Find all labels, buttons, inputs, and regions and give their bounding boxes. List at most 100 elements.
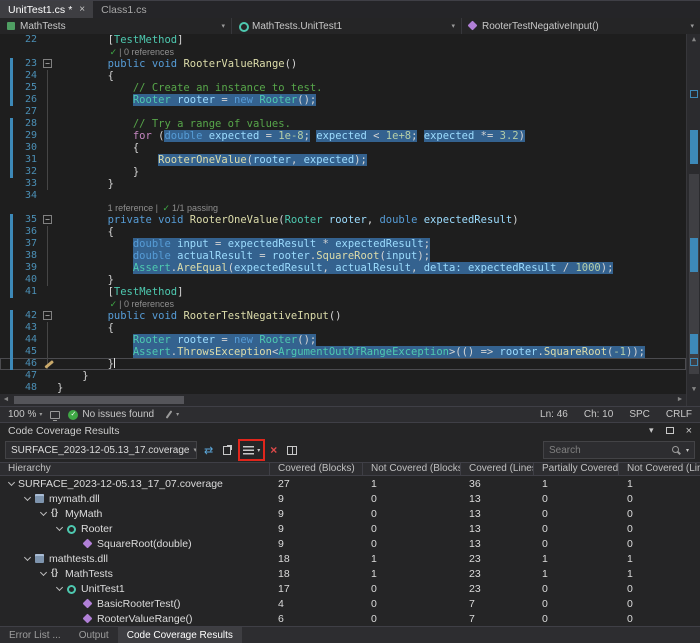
export-results-button[interactable]	[220, 441, 234, 459]
fold-collapse-icon[interactable]: −	[43, 311, 52, 320]
line-number[interactable]: 35	[14, 214, 41, 226]
column-header[interactable]: Not Covered (Blocks)	[363, 463, 461, 475]
scroll-down-icon[interactable]: ▼	[687, 384, 700, 394]
code-line[interactable]: 40 }	[0, 274, 686, 286]
code-line[interactable]: 30 {	[0, 142, 686, 154]
line-number[interactable]: 37	[14, 238, 41, 250]
code-line[interactable]: 33 }	[0, 178, 686, 190]
scroll-left-icon[interactable]: ◄	[0, 394, 12, 406]
coverage-file-dropdown[interactable]: SURFACE_2023-12-05.13_17.coverage ▾	[5, 441, 197, 459]
code-line[interactable]: 41 [TestMethod]	[0, 286, 686, 298]
code-line[interactable]: 36 {	[0, 226, 686, 238]
line-number[interactable]: 23	[14, 58, 41, 70]
issues-status[interactable]: No issues found	[82, 409, 154, 420]
maximize-icon[interactable]	[666, 427, 674, 434]
line-number[interactable]: 42	[14, 310, 41, 322]
column-header[interactable]: Not Covered (Lines)	[619, 463, 700, 475]
line-number[interactable]: 33	[14, 178, 41, 190]
bottom-tab[interactable]: Output	[70, 627, 118, 643]
fold-collapse-icon[interactable]: −	[43, 215, 52, 224]
line-number[interactable]: 29	[14, 130, 41, 142]
codelens-text[interactable]: | 0 references	[119, 47, 174, 57]
column-header[interactable]: Covered (Blocks)	[270, 463, 363, 475]
code-line[interactable]: 22 [TestMethod]	[0, 34, 686, 46]
code-line[interactable]: 28 // Try a range of values.	[0, 118, 686, 130]
line-indicator[interactable]: Ln: 46	[540, 409, 568, 420]
bottom-tab[interactable]: Code Coverage Results	[118, 627, 242, 643]
search-input[interactable]	[549, 445, 670, 456]
code-line[interactable]: 32 }	[0, 166, 686, 178]
tree-expander-icon[interactable]	[36, 572, 50, 575]
type-dropdown[interactable]: MathTests.UnitTest1 ▾	[232, 18, 462, 34]
code-line[interactable]: 23− public void RooterValueRange()	[0, 58, 686, 70]
table-row[interactable]: MathTests1812311	[0, 566, 700, 581]
screwdriver-icon[interactable]	[166, 410, 173, 419]
line-number[interactable]: 40	[14, 274, 41, 286]
scroll-right-icon[interactable]: ►	[674, 394, 686, 406]
codelens-row[interactable]: ✓| 0 references	[0, 46, 686, 58]
panel-title-bar[interactable]: Code Coverage Results ▾ ×	[0, 422, 700, 438]
code-line[interactable]: 47 }	[0, 370, 686, 382]
line-number[interactable]: 26	[14, 94, 41, 106]
bottom-tab[interactable]: Error List ...	[0, 627, 70, 643]
line-number[interactable]: 46	[14, 358, 41, 370]
tree-expander-icon[interactable]	[20, 557, 34, 560]
table-row[interactable]: BasicRooterTest()40700	[0, 596, 700, 611]
line-number[interactable]: 32	[14, 166, 41, 178]
member-dropdown[interactable]: RooterTestNegativeInput() ▾	[462, 18, 700, 34]
merge-results-button[interactable]	[284, 441, 300, 459]
code-line[interactable]: 38 double actualResult = rooter.SquareRo…	[0, 250, 686, 262]
line-number[interactable]	[14, 202, 41, 214]
close-icon[interactable]: ×	[79, 4, 85, 15]
code-line[interactable]: 29 for (double expected = 1e-8; expected…	[0, 130, 686, 142]
import-results-button[interactable]: ⇄	[201, 441, 216, 459]
screen-icon[interactable]	[50, 411, 60, 419]
codelens-row[interactable]: 1 reference | ✓1/1 passing	[0, 202, 686, 214]
column-header[interactable]: Covered (Lines)	[461, 463, 534, 475]
code-line[interactable]: 45 Assert.ThrowsException<ArgumentOutOfR…	[0, 346, 686, 358]
line-number[interactable]: 30	[14, 142, 41, 154]
code-line[interactable]: 26 Rooter rooter = new Rooter();	[0, 94, 686, 106]
line-number[interactable]: 22	[14, 34, 41, 46]
line-number[interactable]: 38	[14, 250, 41, 262]
code-line[interactable]: 24 {	[0, 70, 686, 82]
line-number[interactable]: 24	[14, 70, 41, 82]
column-header[interactable]: Hierarchy	[0, 463, 270, 475]
line-number[interactable]: 47	[14, 370, 41, 382]
search-icon[interactable]	[672, 446, 679, 453]
fold-collapse-icon[interactable]: −	[43, 59, 52, 68]
code-line[interactable]: 34	[0, 190, 686, 202]
table-row[interactable]: SURFACE_2023-12-05.13_17_07.coverage2713…	[0, 476, 700, 491]
close-icon[interactable]: ×	[686, 425, 692, 437]
line-number[interactable]: 27	[14, 106, 41, 118]
document-tab[interactable]: Class1.cs	[93, 1, 155, 18]
codelens-text[interactable]: 1 reference |	[108, 203, 161, 213]
table-row[interactable]: MyMath901300	[0, 506, 700, 521]
codelens-text[interactable]: 1/1 passing	[172, 203, 218, 213]
codelens-text[interactable]: | 0 references	[119, 299, 174, 309]
table-row[interactable]: Rooter901300	[0, 521, 700, 536]
code-line[interactable]: 31 RooterOneValue(rooter, expected);	[0, 154, 686, 166]
vertical-scrollbar[interactable]: ▲ ▼	[686, 34, 700, 394]
code-line[interactable]: 25 // Create an instance to test.	[0, 82, 686, 94]
line-number[interactable]: 25	[14, 82, 41, 94]
line-number[interactable]: 39	[14, 262, 41, 274]
show-coverage-coloring-button[interactable]: ▾	[240, 441, 263, 459]
line-number[interactable]: 31	[14, 154, 41, 166]
column-header[interactable]: Partially Covered (Lines)	[534, 463, 619, 475]
line-number[interactable]: 34	[14, 190, 41, 202]
horizontal-scrollbar[interactable]: ◄ ►	[0, 394, 700, 406]
remove-coverage-button[interactable]: ×	[267, 441, 280, 459]
code-line[interactable]: 39 Assert.AreEqual(expectedResult, actua…	[0, 262, 686, 274]
code-line[interactable]: 42− public void RooterTestNegativeInput(…	[0, 310, 686, 322]
zoom-level[interactable]: 100 %	[8, 409, 36, 420]
tree-expander-icon[interactable]	[52, 527, 66, 530]
window-position-icon[interactable]: ▾	[649, 425, 654, 436]
code-line[interactable]: 37 double input = expectedResult * expec…	[0, 238, 686, 250]
line-number[interactable]	[14, 46, 41, 58]
code-line[interactable]: 46 }	[0, 358, 686, 370]
table-row[interactable]: RooterValueRange()60700	[0, 611, 700, 626]
line-number[interactable]: 48	[14, 382, 41, 394]
tree-expander-icon[interactable]	[4, 482, 18, 485]
line-number[interactable]	[14, 298, 41, 310]
